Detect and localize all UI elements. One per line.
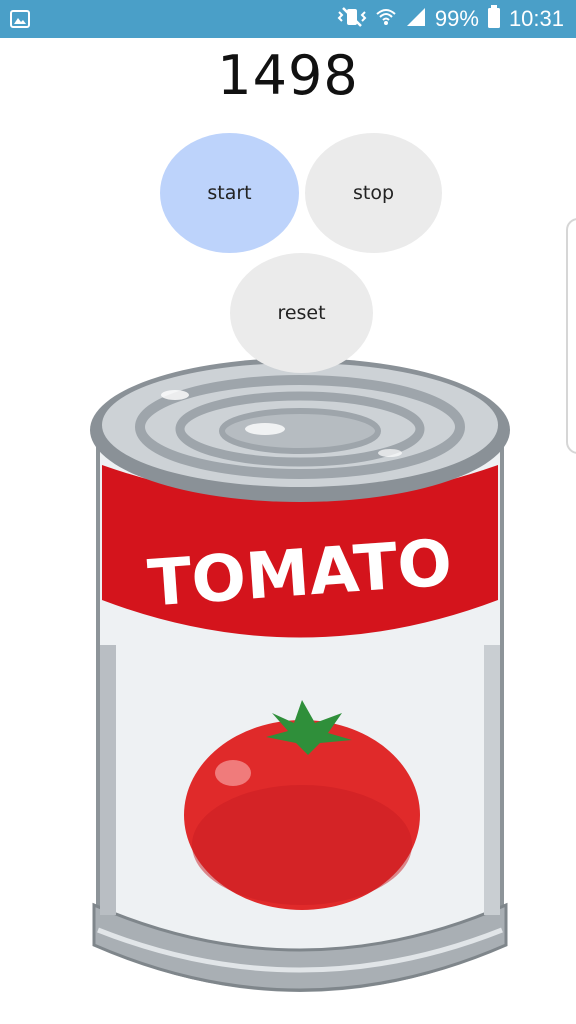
clock: 10:31 <box>508 6 564 31</box>
edge-panel-handle[interactable] <box>566 218 576 454</box>
reset-button[interactable]: reset <box>230 253 373 373</box>
wifi-icon <box>375 6 397 33</box>
start-button[interactable]: start <box>160 133 299 253</box>
status-bar: 99% 10:31 <box>0 0 576 38</box>
battery-percent: 99% <box>434 6 479 31</box>
tomato-can-illustration: TOMATO <box>90 358 510 992</box>
gallery-icon <box>10 9 30 29</box>
stop-button[interactable]: stop <box>305 133 442 253</box>
battery-icon <box>487 4 501 34</box>
mute-vibrate-icon <box>337 6 367 33</box>
counter-display: 1498 <box>217 44 359 107</box>
signal-icon <box>405 6 427 33</box>
